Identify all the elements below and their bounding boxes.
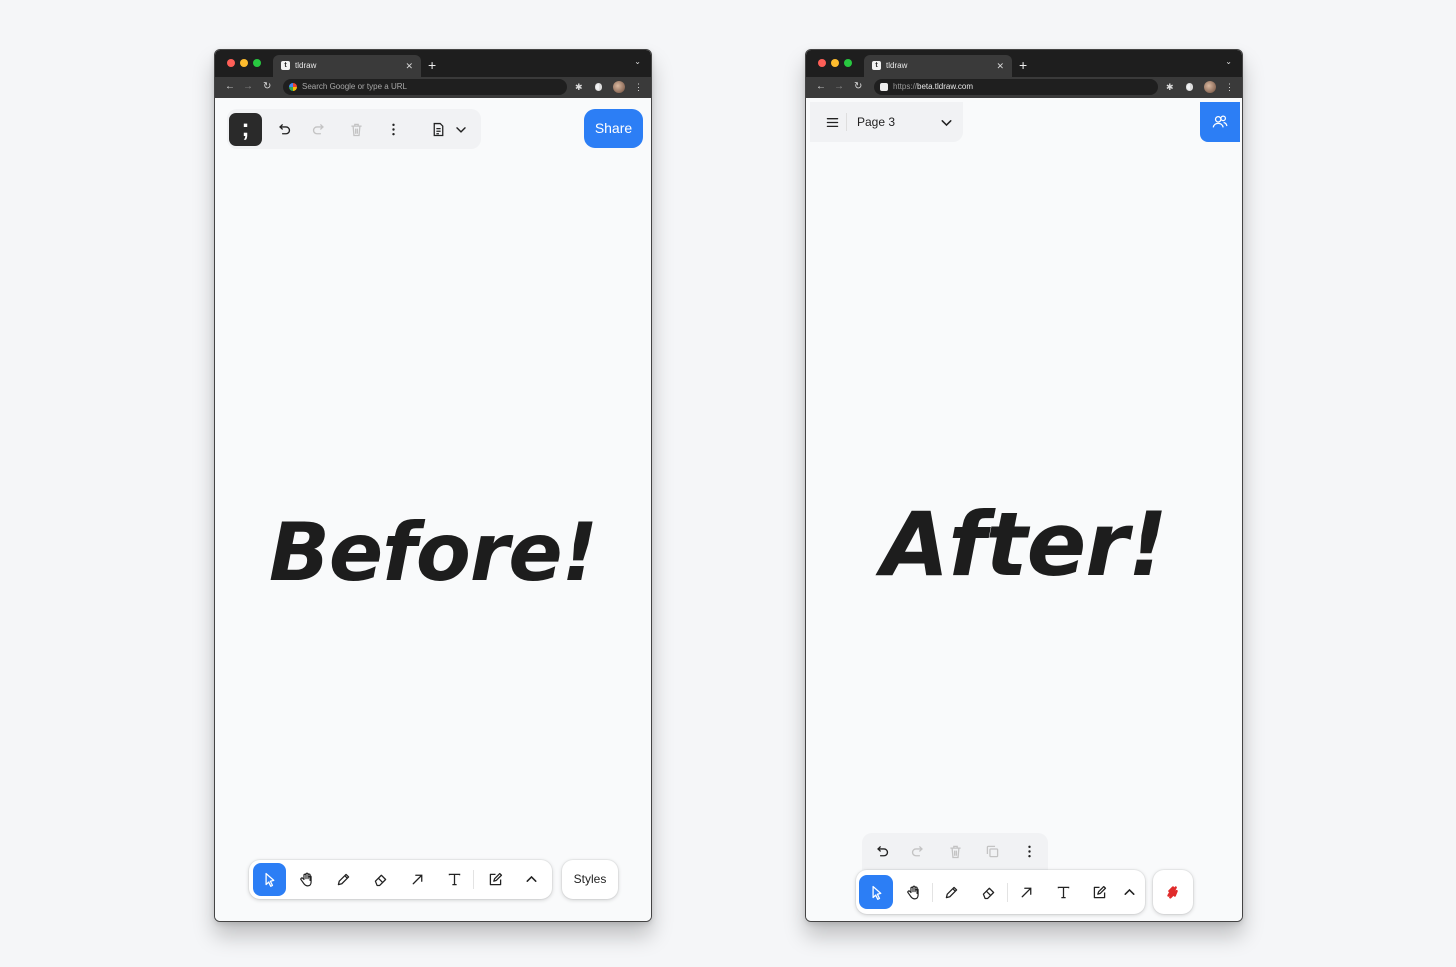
address-url: https://beta.tldraw.com: [893, 79, 973, 95]
side-panel-icon[interactable]: [595, 83, 602, 91]
chevron-up-icon[interactable]: [515, 863, 548, 896]
redo-icon[interactable]: [908, 841, 928, 861]
tab-bar: t tldraw ✕ + ⌄: [215, 50, 651, 77]
hand-icon[interactable]: [896, 875, 930, 909]
site-info-icon[interactable]: [880, 83, 888, 91]
extensions-icon[interactable]: ✱: [1166, 80, 1174, 94]
chevron-down-icon[interactable]: [453, 118, 469, 140]
chevron-down-icon[interactable]: [937, 113, 955, 131]
url-host: beta.tldraw.com: [917, 82, 974, 91]
browser-toolbar: ← → ↻ https://beta.tldraw.com ✱ ⋮: [806, 77, 1242, 98]
toolbar-divider: [473, 870, 474, 889]
url-scheme: https://: [893, 82, 918, 91]
minimize-window-icon[interactable]: [240, 59, 248, 67]
arrow-icon[interactable]: [401, 863, 434, 896]
address-bar[interactable]: Search Google or type a URL: [283, 79, 567, 95]
arrow-icon[interactable]: [1009, 875, 1043, 909]
browser-window-before: t tldraw ✕ + ⌄ ← → ↻ Search Google or ty…: [214, 49, 652, 922]
redo-icon[interactable]: [309, 118, 329, 140]
text-icon[interactable]: [1046, 875, 1080, 909]
style-scribble-icon[interactable]: [1153, 870, 1193, 914]
eraser-icon[interactable]: [364, 863, 397, 896]
share-button[interactable]: Share: [584, 109, 643, 148]
page-menu-icon[interactable]: [428, 118, 448, 140]
reload-icon[interactable]: ↻: [854, 80, 862, 94]
tldraw-favicon-icon: t: [281, 61, 290, 70]
more-icon[interactable]: [383, 118, 403, 140]
more-icon[interactable]: [1019, 841, 1039, 861]
undo-icon[interactable]: [871, 841, 891, 861]
eraser-icon[interactable]: [971, 875, 1005, 909]
tab-search-chevron-icon[interactable]: ⌄: [634, 57, 641, 66]
side-panel-icon[interactable]: [1186, 83, 1193, 91]
pencil-icon[interactable]: [327, 863, 360, 896]
main-menu-button[interactable]: ;: [229, 113, 262, 146]
browser-tab[interactable]: t tldraw ✕: [864, 55, 1012, 77]
canvas-text-shape[interactable]: After!: [806, 493, 1242, 596]
hand-icon[interactable]: [290, 863, 323, 896]
trash-icon[interactable]: [945, 841, 965, 861]
select-icon[interactable]: [253, 863, 286, 896]
address-placeholder: Search Google or type a URL: [302, 82, 407, 91]
tab-bar: t tldraw ✕ + ⌄: [806, 50, 1242, 77]
new-tab-icon[interactable]: +: [1019, 55, 1027, 75]
pencil-icon[interactable]: [934, 875, 968, 909]
browser-toolbar: ← → ↻ Search Google or type a URL ✱ ⋮: [215, 77, 651, 98]
styles-button[interactable]: Styles: [562, 860, 618, 899]
trash-icon[interactable]: [346, 118, 366, 140]
maximize-window-icon[interactable]: [844, 59, 852, 67]
reload-icon[interactable]: ↻: [263, 80, 271, 94]
tool-panel: [249, 860, 552, 899]
close-window-icon[interactable]: [818, 59, 826, 67]
menu-divider: [846, 113, 847, 131]
canvas-text-shape[interactable]: Before!: [215, 506, 651, 599]
select-icon[interactable]: [859, 875, 893, 909]
toolbar-divider: [932, 883, 933, 902]
address-bar[interactable]: https://beta.tldraw.com: [874, 79, 1158, 95]
close-tab-icon[interactable]: ✕: [405, 55, 413, 77]
canvas[interactable]: Page 3 After!: [806, 98, 1242, 921]
tab-title: tldraw: [295, 61, 317, 70]
browser-window-after: t tldraw ✕ + ⌄ ← → ↻ https://beta.tldraw…: [805, 49, 1243, 922]
tldraw-favicon-icon: t: [872, 61, 881, 70]
new-tab-icon[interactable]: +: [428, 55, 436, 75]
note-icon[interactable]: [479, 863, 512, 896]
minimize-window-icon[interactable]: [831, 59, 839, 67]
browser-menu-icon[interactable]: ⋮: [634, 80, 643, 94]
close-tab-icon[interactable]: ✕: [996, 55, 1004, 77]
hamburger-menu-icon[interactable]: [822, 112, 842, 132]
profile-avatar[interactable]: [613, 81, 625, 93]
tab-search-chevron-icon[interactable]: ⌄: [1225, 57, 1232, 66]
chevron-up-icon[interactable]: [1114, 875, 1144, 909]
tool-panel: [856, 870, 1145, 914]
page-menu-panel: Page 3: [810, 102, 963, 142]
duplicate-icon[interactable]: [982, 841, 1002, 861]
quick-actions-panel: [862, 833, 1048, 870]
forward-icon[interactable]: →: [834, 80, 844, 94]
page-name[interactable]: Page 3: [857, 102, 895, 142]
forward-icon[interactable]: →: [243, 80, 253, 94]
toolbar-divider: [1007, 883, 1008, 902]
maximize-window-icon[interactable]: [253, 59, 261, 67]
back-icon[interactable]: ←: [225, 80, 235, 94]
browser-tab[interactable]: t tldraw ✕: [273, 55, 421, 77]
canvas[interactable]: ; Share Before! Styles: [215, 98, 651, 921]
collaborators-button[interactable]: [1200, 102, 1240, 142]
note-icon[interactable]: [1082, 875, 1116, 909]
google-icon: [289, 83, 297, 91]
profile-avatar[interactable]: [1204, 81, 1216, 93]
browser-menu-icon[interactable]: ⋮: [1225, 80, 1234, 94]
text-icon[interactable]: [438, 863, 471, 896]
undo-icon[interactable]: [273, 118, 293, 140]
extensions-icon[interactable]: ✱: [575, 80, 583, 94]
close-window-icon[interactable]: [227, 59, 235, 67]
tab-title: tldraw: [886, 61, 908, 70]
back-icon[interactable]: ←: [816, 80, 826, 94]
